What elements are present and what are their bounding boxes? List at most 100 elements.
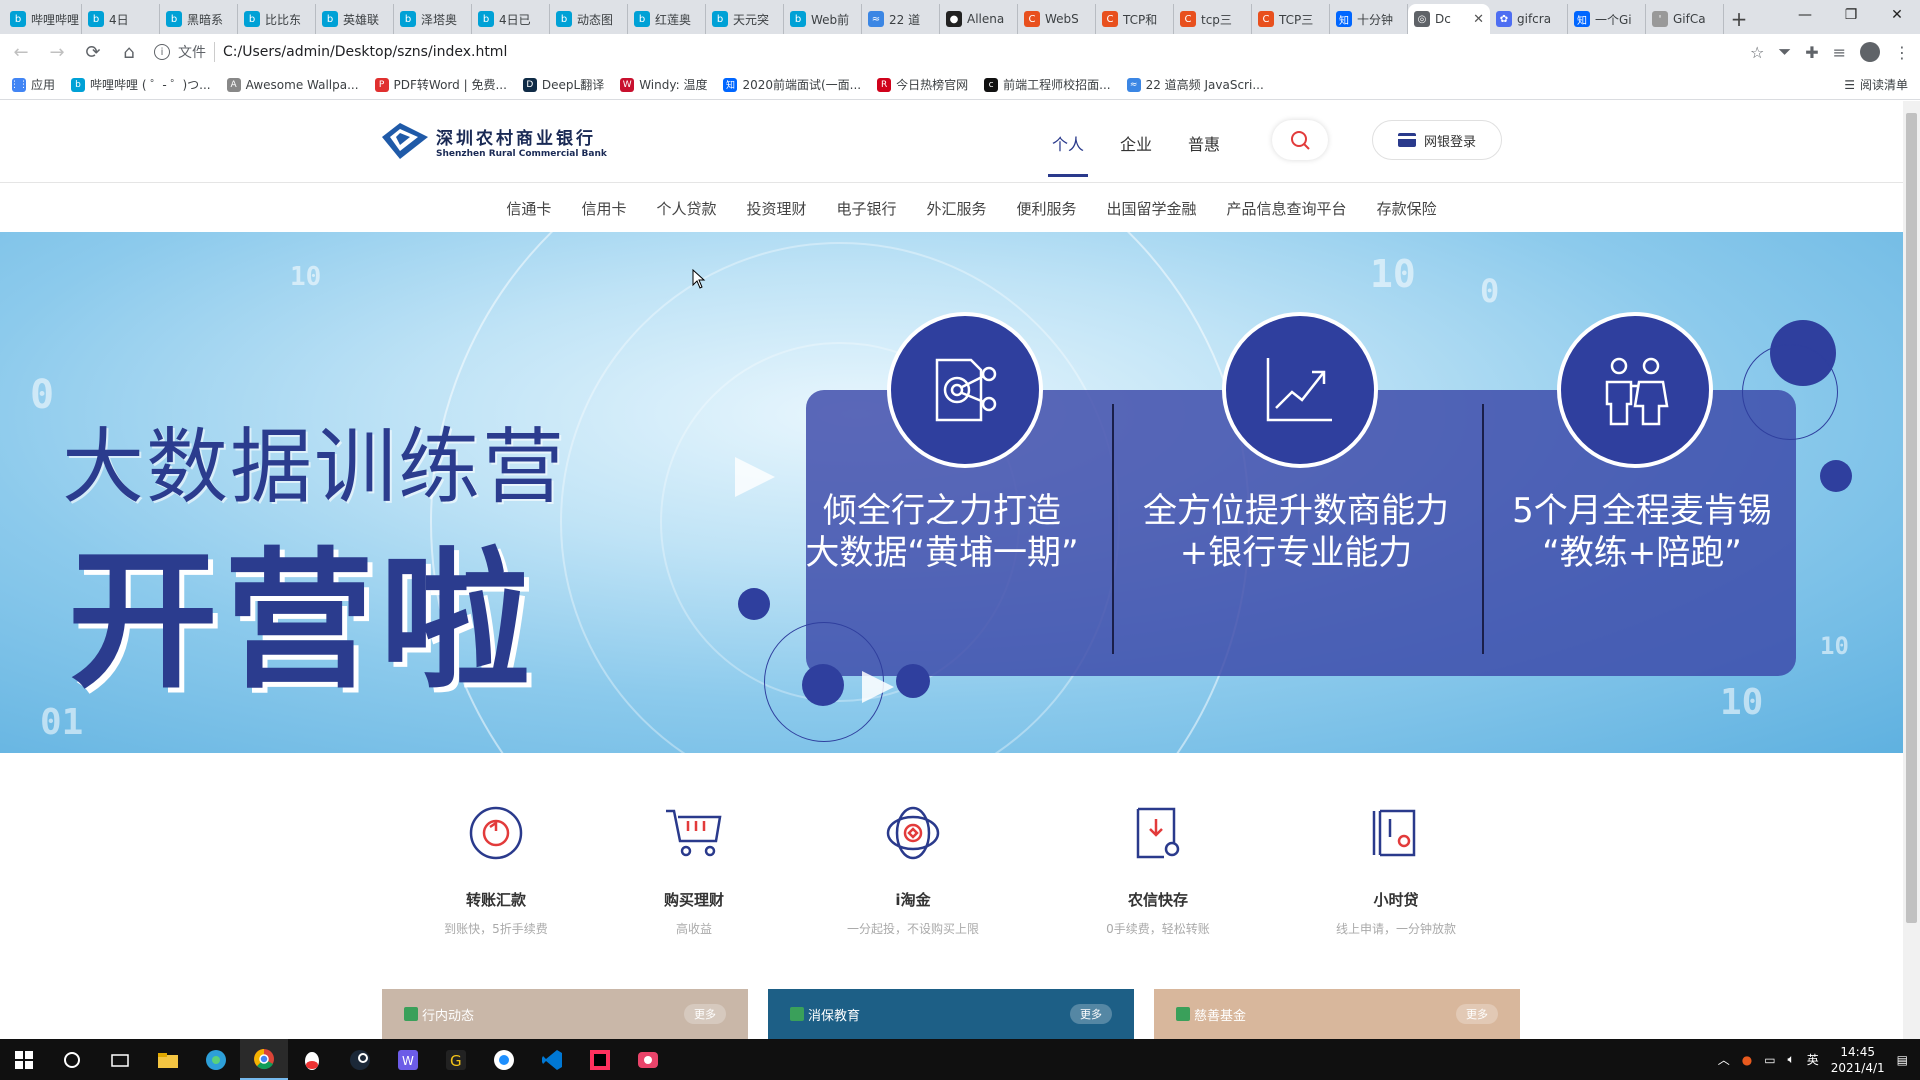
- qq-penguin-icon[interactable]: [288, 1039, 336, 1080]
- bookmark-item[interactable]: ≈22 道高频 JavaScri...: [1126, 76, 1264, 93]
- notification-icon[interactable]: ▤: [1897, 1053, 1908, 1067]
- service-gold[interactable]: i淘金 一分起投，不设购买上限: [813, 803, 1013, 937]
- service-transfer[interactable]: 转账汇款 到账快，5折手续费: [396, 803, 596, 937]
- browser-tab[interactable]: b 哔哩哔哩: [4, 4, 82, 34]
- info-icon[interactable]: i: [154, 44, 170, 60]
- reload-icon[interactable]: ⟳: [82, 42, 104, 63]
- subnav-item[interactable]: 电子银行: [836, 198, 896, 219]
- news-card-charity[interactable]: 慈善基金 更多: [1154, 989, 1520, 1039]
- browser-tab[interactable]: ● Allena: [940, 4, 1018, 34]
- nav-inclusive[interactable]: 普惠: [1188, 131, 1220, 177]
- browser-tab[interactable]: 知十分钟: [1330, 4, 1408, 34]
- ebank-login-button[interactable]: 网银登录: [1372, 120, 1502, 160]
- file-explorer-icon[interactable]: [144, 1039, 192, 1080]
- ime-indicator[interactable]: 英: [1807, 1051, 1819, 1068]
- search-button[interactable]: [1272, 120, 1328, 160]
- hero-banner[interactable]: 0 10 10 0 01 10 10 大数据训练营 开营啦 倾全行之力打造 大数据…: [0, 232, 1903, 753]
- browser-tab[interactable]: b 红莲奥: [628, 4, 706, 34]
- url-text[interactable]: C:/Users/admin/Desktop/szns/index.html: [223, 44, 507, 60]
- chrome-icon[interactable]: [240, 1039, 288, 1080]
- ide-toolbox-icon[interactable]: [576, 1039, 624, 1080]
- close-window-button[interactable]: ✕: [1874, 0, 1920, 30]
- service-deposit[interactable]: 农信快存 0手续费，轻松转账: [1058, 803, 1258, 937]
- browser-tab[interactable]: C TCP三: [1252, 4, 1330, 34]
- subnav-item[interactable]: 个人贷款: [656, 198, 716, 219]
- subnav-item[interactable]: 出国留学金融: [1107, 198, 1197, 219]
- browser-tab[interactable]: C WebS: [1018, 4, 1096, 34]
- minimize-button[interactable]: —: [1782, 0, 1828, 30]
- browser-tab[interactable]: b 4日已: [472, 4, 550, 34]
- volume-icon[interactable]: 🔈︎: [1788, 1052, 1795, 1067]
- qq-browser-icon[interactable]: [480, 1039, 528, 1080]
- bookmark-item[interactable]: R 今日热榜官网: [877, 76, 968, 93]
- back-icon[interactable]: ←: [10, 42, 32, 63]
- browser-tab[interactable]: ◎ Dc ✕: [1408, 4, 1490, 34]
- page-scrollbar[interactable]: [1903, 101, 1920, 1039]
- browser-tab[interactable]: ≈22 道: [862, 4, 940, 34]
- subnav-item[interactable]: 投资理财: [746, 198, 806, 219]
- subnav-item[interactable]: 信用卡: [581, 198, 626, 219]
- new-tab-button[interactable]: +: [1724, 4, 1754, 34]
- service-wealth[interactable]: 购买理财 高收益: [594, 803, 794, 937]
- network-icon[interactable]: ▭: [1764, 1053, 1775, 1067]
- address-bar[interactable]: i 文件 C:/Users/admin/Desktop/szns/index.h…: [154, 38, 1736, 66]
- browser-tab[interactable]: b 英雄联: [316, 4, 394, 34]
- bookmark-item[interactable]: A Awesome Wallpa...: [226, 77, 359, 92]
- bookmark-item[interactable]: c 前端工程师校招面...: [984, 76, 1111, 93]
- nav-corporate[interactable]: 企业: [1120, 131, 1152, 177]
- scrollbar-thumb[interactable]: [1906, 113, 1917, 923]
- screen-recorder-icon[interactable]: [624, 1039, 672, 1080]
- nav-personal[interactable]: 个人: [1047, 131, 1089, 177]
- maximize-button[interactable]: ❐: [1828, 0, 1874, 30]
- browser-tab[interactable]: b 动态图: [550, 4, 628, 34]
- browser-tab[interactable]: C TCP和: [1096, 4, 1174, 34]
- more-link[interactable]: 更多: [684, 1004, 726, 1024]
- clock[interactable]: 14:45 2021/4/1: [1831, 1044, 1885, 1076]
- menu-kebab-icon[interactable]: ⋮: [1894, 43, 1910, 62]
- browser-tab[interactable]: ✿ gifcra: [1490, 4, 1568, 34]
- vs-purple-icon[interactable]: W: [384, 1039, 432, 1080]
- steam-icon[interactable]: [336, 1039, 384, 1080]
- subnav-item[interactable]: 存款保险: [1377, 198, 1437, 219]
- news-card-consumer-ed[interactable]: 消保教育 更多: [768, 989, 1134, 1039]
- bookmark-item[interactable]: D DeepL翻译: [522, 76, 604, 93]
- more-link[interactable]: 更多: [1070, 1004, 1112, 1024]
- profile-avatar[interactable]: [1860, 42, 1880, 62]
- home-icon[interactable]: ⌂: [118, 42, 140, 63]
- extension-filter-icon[interactable]: ⏷: [1778, 42, 1791, 62]
- more-link[interactable]: 更多: [1456, 1004, 1498, 1024]
- browser-tab[interactable]: b 比比东: [238, 4, 316, 34]
- subnav-item[interactable]: 便利服务: [1017, 198, 1077, 219]
- tray-expand-icon[interactable]: ︿: [1718, 1051, 1730, 1068]
- browser-tab[interactable]: Ctcp三: [1174, 4, 1252, 34]
- browser-tab[interactable]: 知一个Gi: [1568, 4, 1646, 34]
- bookmark-item[interactable]: W Windy: 温度: [620, 76, 707, 93]
- browser-tab[interactable]: b 4日: [82, 4, 160, 34]
- browser-tab[interactable]: ' GifCa: [1646, 4, 1724, 34]
- bookmark-item[interactable]: P PDF转Word | 免费...: [374, 76, 507, 93]
- edge-icon[interactable]: [192, 1039, 240, 1080]
- bank-logo[interactable]: 深圳农村商业银行 Shenzhen Rural Commercial Bank: [382, 123, 607, 159]
- task-view-icon[interactable]: [96, 1039, 144, 1080]
- subnav-item[interactable]: 外汇服务: [927, 198, 987, 219]
- browser-tab[interactable]: b 泽塔奥: [394, 4, 472, 34]
- media-list-icon[interactable]: ≡: [1833, 43, 1846, 62]
- bookmark-item[interactable]: 知 2020前端面试(一面...: [723, 76, 861, 93]
- tray-app-icon[interactable]: ●: [1742, 1053, 1752, 1067]
- start-windows-icon[interactable]: [0, 1039, 48, 1080]
- reading-list-button[interactable]: ☰ 阅读清单: [1844, 76, 1908, 93]
- app-g-icon[interactable]: G: [432, 1039, 480, 1080]
- browser-tab[interactable]: b 黑暗系: [160, 4, 238, 34]
- browser-tab[interactable]: b Web前: [784, 4, 862, 34]
- bookmark-item[interactable]: b 哔哩哔哩 ( ゜- ゜)つ...: [71, 76, 211, 93]
- extensions-puzzle-icon[interactable]: ✚: [1805, 43, 1818, 62]
- vscode-icon[interactable]: [528, 1039, 576, 1080]
- browser-tab[interactable]: b 天元突: [706, 4, 784, 34]
- bookmark-item[interactable]: ⋮⋮ 应用: [10, 76, 55, 93]
- service-loan[interactable]: 小时贷 线上申请，一分钟放款: [1296, 803, 1496, 937]
- tab-close-icon[interactable]: ✕: [1473, 12, 1484, 27]
- search-circle-icon[interactable]: [48, 1039, 96, 1080]
- forward-icon[interactable]: →: [46, 42, 68, 63]
- news-card-bank[interactable]: 行内动态 更多: [382, 989, 748, 1039]
- subnav-item[interactable]: 产品信息查询平台: [1227, 198, 1347, 219]
